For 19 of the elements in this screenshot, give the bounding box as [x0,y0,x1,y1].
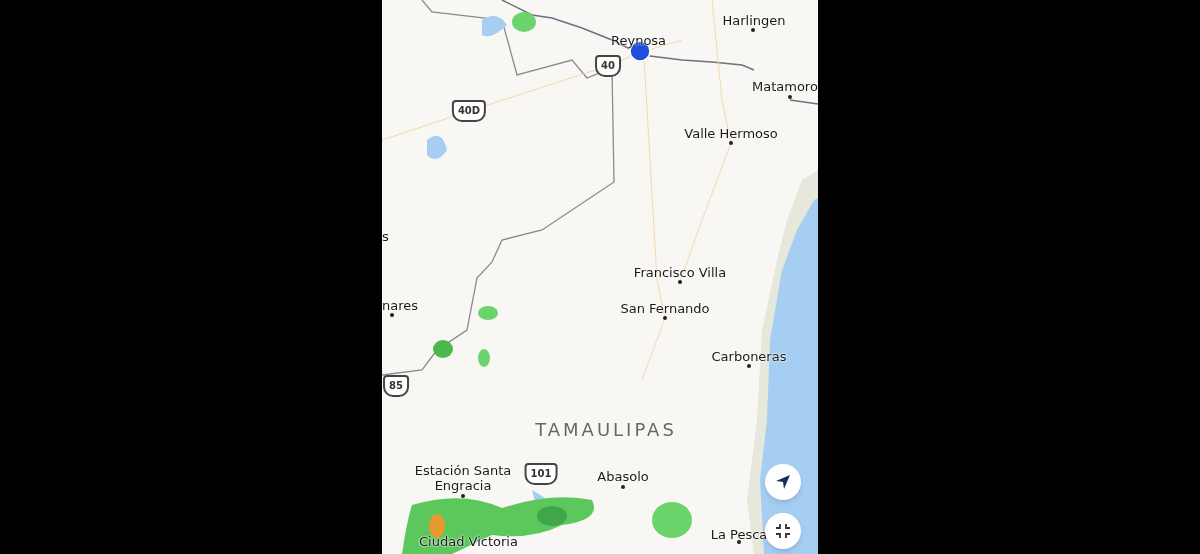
place-label: Abasolo [597,469,649,483]
highway-shield: 40 [595,55,621,77]
region-label: TAMAULIPAS [535,421,677,439]
highway-shield: 85 [383,375,409,397]
place-label: Valle Hermoso [684,126,778,140]
navigation-arrow-icon [775,474,791,490]
place-label: Carboneras [711,349,787,363]
place-label: Matamoro [752,79,818,93]
highway-shield: 40D [451,100,487,122]
place-label: San Fernando [620,301,710,315]
place-label: nares [382,298,419,312]
place-label: Francisco Villa [633,265,727,279]
highway-shield: 101 [524,463,558,485]
place-label: La Pesca [710,527,768,541]
place-label: Harlingen [722,13,786,27]
place-label: s [382,229,389,243]
place-label: Estación Santa Engracia [413,463,513,493]
collapse-icon [775,523,791,539]
place-label: Reynosa [611,33,667,47]
